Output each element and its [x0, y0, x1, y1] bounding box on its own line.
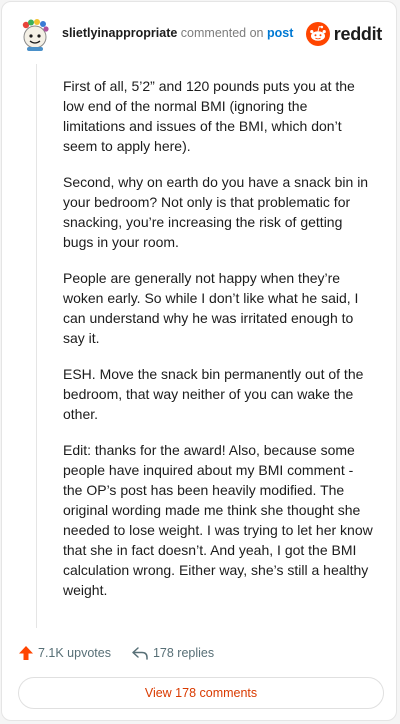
reply-count: 178 replies: [152, 646, 215, 660]
upvote-count: 7.1K upvotes: [38, 646, 111, 660]
post-link[interactable]: post: [267, 26, 293, 40]
reddit-wordmark: reddit: [333, 23, 383, 44]
comment-card: slietlyinappropriate commented on post r…: [1, 1, 397, 721]
comment-body: First of all, 5’2” and 120 pounds puts y…: [63, 76, 373, 616]
username-link[interactable]: slietlyinappropriate: [62, 26, 177, 40]
comment-meta: slietlyinappropriate commented on post: [62, 26, 293, 40]
replies-button[interactable]: 178 replies: [131, 645, 214, 661]
comment-paragraph: First of all, 5’2” and 120 pounds puts y…: [63, 78, 355, 154]
comment-paragraph: People are generally not happy when they…: [63, 270, 359, 346]
comment-paragraph: Second, why on earth do you have a snack…: [63, 174, 369, 250]
reply-arrow-icon: [132, 647, 148, 660]
user-avatar[interactable]: [20, 18, 50, 52]
comment-actions: 7.1K upvotes 178 replies: [18, 642, 234, 664]
reddit-brand[interactable]: reddit: [305, 20, 383, 48]
reddit-logo-icon: [305, 22, 330, 46]
upvote-button[interactable]: 7.1K upvotes: [18, 645, 111, 661]
comment-paragraph: Edit: thanks for the award! Also, becaus…: [63, 442, 373, 598]
comment-paragraph: ESH. Move the snack bin permanently out …: [63, 366, 364, 422]
thread-line: [36, 64, 37, 628]
upvote-arrow-icon: [19, 646, 33, 660]
comment-header: slietlyinappropriate commented on post r…: [16, 16, 382, 56]
commented-on-text: commented on: [180, 26, 264, 40]
view-comments-button[interactable]: View 178 comments: [18, 677, 384, 709]
